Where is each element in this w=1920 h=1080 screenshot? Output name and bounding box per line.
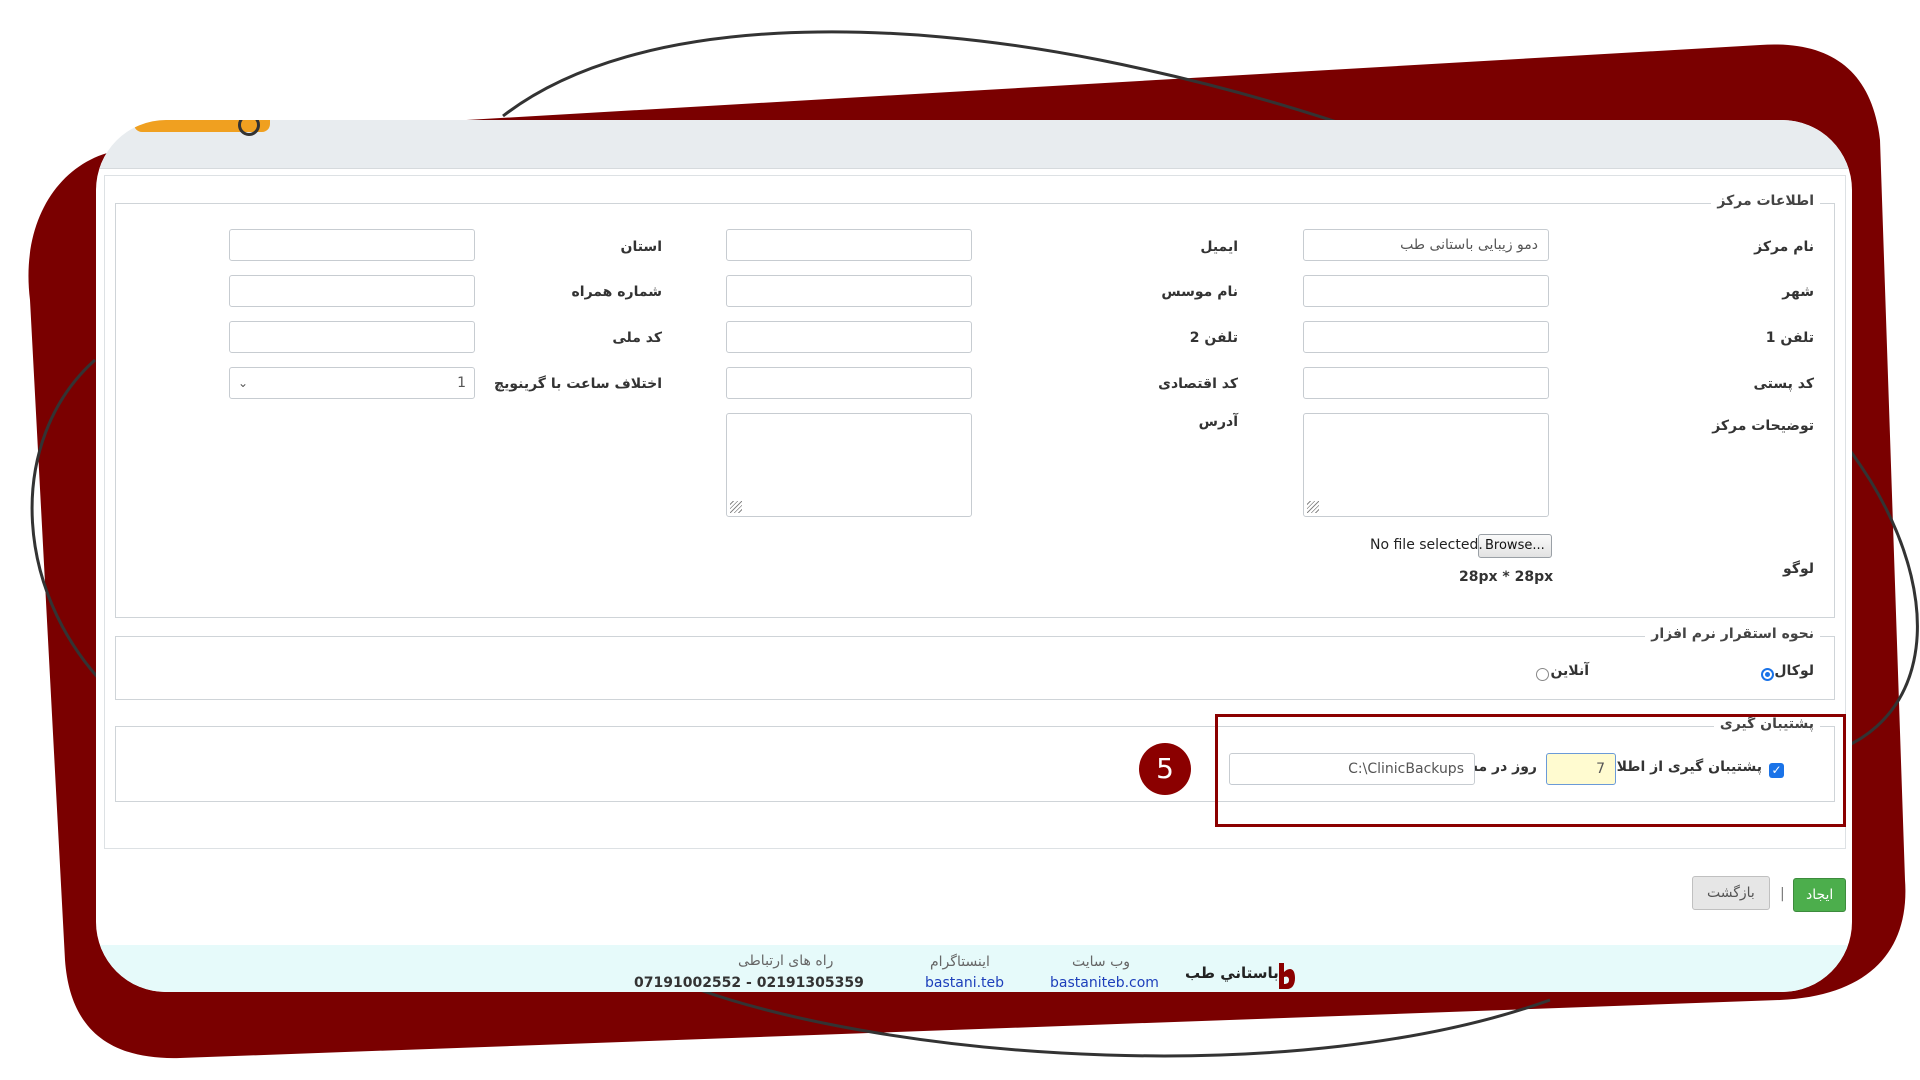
center-name-label: نام مرکز [1754, 239, 1814, 255]
footer-brand: باستاني طب [1185, 964, 1279, 982]
deployment-option-local-label: لوکال [1774, 663, 1814, 679]
postal-code-label: کد پستی [1753, 376, 1814, 392]
resize-handle-icon[interactable] [730, 501, 742, 513]
phone1-input[interactable] [1303, 321, 1549, 353]
province-label: استان [620, 239, 663, 255]
brand-logo-icon [1279, 963, 1295, 989]
deployment-legend: نحوه استقرار نرم افزار [1645, 626, 1820, 642]
refresh-icon [238, 120, 260, 136]
email-input[interactable] [726, 229, 972, 261]
chevron-down-icon: ⌄ [238, 376, 249, 390]
top-bar [96, 120, 1852, 169]
backup-highlight-box [1215, 714, 1846, 827]
mobile-label: شماره همراه [571, 284, 662, 300]
app-screen: اطلاعات مرکز نام مرکز دمو زیبایی باستانی… [96, 120, 1852, 992]
back-button[interactable]: بازگشت [1692, 876, 1770, 910]
footer-instagram-link[interactable]: bastani.teb [925, 975, 1004, 991]
footer-website-link[interactable]: bastaniteb.com [1050, 975, 1159, 991]
deployment-option-local-radio[interactable] [1761, 668, 1774, 681]
address-textarea[interactable] [726, 413, 972, 517]
description-label: توضیحات مرکز [1712, 418, 1814, 434]
resize-handle-icon[interactable] [1307, 501, 1319, 513]
economic-code-label: کد اقتصادی [1158, 376, 1238, 392]
gmt-offset-label: اختلاف ساعت با گرینویچ [494, 376, 662, 392]
footer-website-label: وب سایت [1072, 954, 1131, 970]
logo-label: لوگو [1783, 561, 1814, 577]
center-info-legend: اطلاعات مرکز [1711, 193, 1820, 209]
gmt-offset-value: 1 [457, 375, 466, 391]
postal-code-input[interactable] [1303, 367, 1549, 399]
gmt-offset-select[interactable]: ⌄ 1 [229, 367, 475, 399]
founder-name-input[interactable] [726, 275, 972, 307]
founder-name-label: نام موسس [1161, 284, 1238, 300]
deployment-option-online-radio[interactable] [1536, 668, 1549, 681]
description-textarea[interactable] [1303, 413, 1549, 517]
economic-code-input[interactable] [726, 367, 972, 399]
footer-contact-label: راه های ارتباطی [738, 953, 834, 969]
city-input[interactable] [1303, 275, 1549, 307]
footer-instagram-label: اینستاگرام [930, 954, 990, 970]
logo-size-note: 28px * 28px [1459, 569, 1554, 585]
deployment-option-online-label: آنلاین [1550, 663, 1589, 679]
no-file-text: No file selected. [1370, 537, 1483, 553]
phone2-input[interactable] [726, 321, 972, 353]
form-panel: اطلاعات مرکز نام مرکز دمو زیبایی باستانی… [104, 175, 1846, 849]
phone2-label: تلفن 2 [1189, 330, 1238, 346]
deployment-fieldset: نحوه استقرار نرم افزار لوکال آنلاین [115, 626, 1835, 700]
national-code-label: کد ملی [612, 330, 662, 346]
step-badge: 5 [1139, 743, 1191, 795]
email-label: ایمیل [1200, 239, 1238, 255]
footer-contact-value: 07191002552 - 02191305359 [634, 975, 864, 991]
national-code-input[interactable] [229, 321, 475, 353]
mobile-input[interactable] [229, 275, 475, 307]
province-input[interactable] [229, 229, 475, 261]
orange-tab[interactable] [134, 120, 270, 136]
button-separator: | [1780, 886, 1785, 902]
city-label: شهر [1782, 284, 1814, 300]
footer: باستاني طب وب سایت bastaniteb.com اینستا… [96, 945, 1852, 992]
phone1-label: تلفن 1 [1765, 330, 1814, 346]
create-button[interactable]: ایجاد [1793, 878, 1847, 912]
center-name-input[interactable]: دمو زیبایی باستانی طب [1303, 229, 1549, 261]
center-info-fieldset: اطلاعات مرکز نام مرکز دمو زیبایی باستانی… [115, 193, 1835, 618]
browse-button[interactable]: Browse... [1478, 534, 1552, 558]
address-label: آدرس [1198, 414, 1238, 430]
